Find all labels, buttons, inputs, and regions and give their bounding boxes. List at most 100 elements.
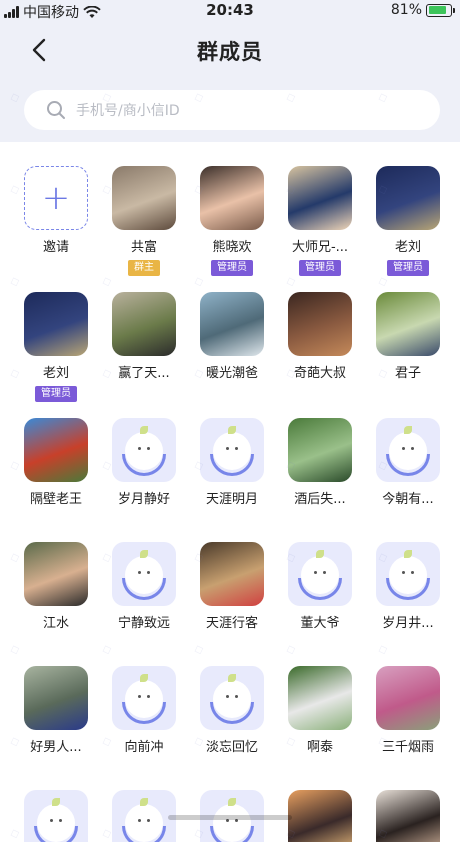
default-avatar (112, 418, 176, 482)
member-name: 天涯明月 (205, 492, 258, 507)
avatar (24, 292, 88, 356)
member-name: 今朝有... (382, 492, 434, 507)
member-item[interactable]: 暖光潮爸 (188, 292, 276, 381)
member-item[interactable]: 老刘 管理员 (12, 292, 100, 402)
status-bar: 中国移动 20:43 81% (0, 0, 460, 22)
member-name: 江水 (42, 616, 69, 631)
battery-percent: 81% (390, 2, 422, 18)
member-name: 岁月井... (382, 616, 434, 631)
member-name: 酒后失... (294, 492, 346, 507)
avatar (288, 292, 352, 356)
member-name: 大师兄-... (291, 240, 349, 255)
member-item[interactable]: 好男人... (12, 666, 100, 755)
avatar (200, 542, 264, 606)
member-item[interactable]: 三千烟雨 (364, 666, 452, 755)
admin-badge: 管理员 (387, 260, 429, 276)
member-item[interactable]: 啊泰 (276, 666, 364, 755)
member-item[interactable]: 天涯行客 (188, 542, 276, 631)
search-placeholder: 手机号/商小信ID (76, 103, 180, 119)
member-item[interactable]: 君子 (364, 292, 452, 381)
avatar (288, 418, 352, 482)
member-name: 天涯行客 (205, 616, 258, 631)
member-name: 奇葩大叔 (293, 366, 346, 381)
member-name: 向前冲 (124, 740, 164, 755)
avatar (376, 292, 440, 356)
admin-badge: 管理员 (35, 386, 77, 402)
member-item[interactable]: 隔壁老王 (12, 418, 100, 507)
page-title: 群成员 (197, 40, 263, 64)
watermark: ◇ (7, 272, 22, 290)
admin-badge: 管理员 (211, 260, 253, 276)
member-item[interactable]: 岁月井... (364, 542, 452, 631)
member-name: 董大爷 (300, 616, 340, 631)
avatar (200, 292, 264, 356)
avatar (376, 666, 440, 730)
member-name: 宁静致远 (117, 616, 170, 631)
admin-badge: 管理员 (299, 260, 341, 276)
avatar (200, 166, 264, 230)
owner-badge: 群主 (128, 260, 160, 276)
member-name: 赢了天... (118, 366, 170, 381)
watermark: ◇ (191, 640, 206, 658)
watermark: ◇ (7, 640, 22, 658)
member-item[interactable]: 赢了天... (100, 292, 188, 381)
avatar (288, 666, 352, 730)
default-avatar (112, 790, 176, 842)
member-name: 三千烟雨 (381, 740, 434, 755)
default-avatar (376, 542, 440, 606)
member-item[interactable]: 大师兄-... 管理员 (276, 166, 364, 276)
member-item[interactable]: 岁月静好 (100, 418, 188, 507)
watermark: ◇ (375, 640, 390, 658)
member-name: 淡忘回忆 (205, 740, 258, 755)
search-area: 手机号/商小信ID (0, 80, 460, 142)
member-item[interactable]: 今朝有... (364, 418, 452, 507)
member-name: 邀请 (42, 240, 69, 255)
member-item[interactable]: 江水 (12, 542, 100, 631)
search-input[interactable]: 手机号/商小信ID (24, 90, 440, 130)
member-item[interactable]: 奇葩大叔 (276, 292, 364, 381)
member-item[interactable]: 熊晓欢 管理员 (188, 166, 276, 276)
avatar (112, 166, 176, 230)
member-item[interactable]: 酒后失... (276, 418, 364, 507)
member-item[interactable]: 董大爷 (276, 542, 364, 631)
avatar (376, 166, 440, 230)
member-name: 老刘 (42, 366, 69, 381)
default-avatar (288, 542, 352, 606)
member-name: 熊晓欢 (212, 240, 252, 255)
member-item[interactable]: 共富 群主 (100, 166, 188, 276)
member-name: 啊泰 (306, 740, 333, 755)
member-item[interactable] (12, 790, 100, 842)
avatar (376, 790, 440, 842)
avatar (112, 292, 176, 356)
watermark: ◇ (283, 640, 298, 658)
default-avatar (200, 666, 264, 730)
member-name: 隔壁老王 (29, 492, 82, 507)
member-name: 共富 (130, 240, 157, 255)
member-item[interactable]: 淡忘回忆 (188, 666, 276, 755)
member-name: 岁月静好 (117, 492, 170, 507)
avatar (24, 666, 88, 730)
member-name: 君子 (394, 366, 421, 381)
member-item[interactable] (364, 790, 452, 842)
plus-icon: + (24, 166, 88, 230)
invite-member-button[interactable]: + 邀请 (12, 166, 100, 255)
home-indicator (168, 815, 292, 820)
member-name: 暖光潮爸 (205, 366, 258, 381)
search-icon (47, 101, 65, 119)
avatar (24, 418, 88, 482)
default-avatar (24, 790, 88, 842)
default-avatar (112, 666, 176, 730)
member-item[interactable]: 天涯明月 (188, 418, 276, 507)
battery-icon (426, 3, 455, 17)
avatar (288, 790, 352, 842)
member-name: 好男人... (30, 740, 82, 755)
nav-bar: 群成员 (0, 22, 460, 80)
member-item[interactable]: 向前冲 (100, 666, 188, 755)
member-name: 老刘 (394, 240, 421, 255)
member-item[interactable]: 老刘 管理员 (364, 166, 452, 276)
member-item[interactable]: 宁静致远 (100, 542, 188, 631)
default-avatar (200, 418, 264, 482)
status-right: 81% (390, 2, 455, 18)
avatar (288, 166, 352, 230)
avatar (24, 542, 88, 606)
